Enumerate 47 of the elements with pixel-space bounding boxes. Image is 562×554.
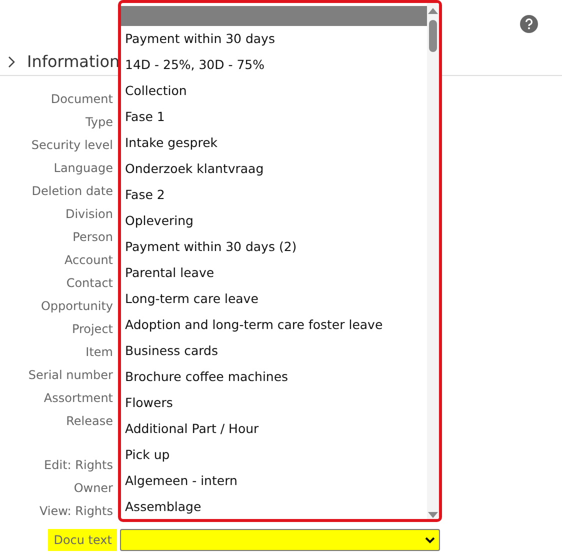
dropdown-option[interactable]: Assemblage bbox=[121, 494, 427, 519]
dropdown-option[interactable]: Oplevering bbox=[121, 208, 427, 234]
dropdown-option[interactable]: Algemeen - intern bbox=[121, 468, 427, 494]
field-label: Opportunity bbox=[40, 298, 113, 314]
dropdown-option[interactable]: Brochure coffee machines bbox=[121, 364, 427, 390]
dropdown-option[interactable]: Long-term care leave bbox=[121, 286, 427, 312]
help-icon[interactable] bbox=[520, 15, 538, 33]
dropdown-option[interactable]: Additional Part / Hour bbox=[121, 416, 427, 442]
dropdown-option[interactable]: Payment within 30 days bbox=[121, 26, 427, 52]
field-label: Language bbox=[54, 160, 113, 176]
dropdown-option[interactable]: Pick up bbox=[121, 442, 427, 468]
scrollbar-thumb[interactable] bbox=[429, 20, 437, 52]
field-label: Edit: Rights bbox=[44, 457, 113, 473]
scroll-down-icon[interactable] bbox=[428, 512, 438, 518]
field-label: Assortment bbox=[44, 390, 113, 406]
dropdown-option[interactable]: Flowers bbox=[121, 390, 427, 416]
field-label: Release bbox=[66, 413, 113, 429]
chevron-icon[interactable] bbox=[7, 56, 17, 68]
dropdown-option[interactable]: 14D - 25%, 30D - 75% bbox=[121, 52, 427, 78]
dropdown-option[interactable]: Fase 1 bbox=[121, 104, 427, 130]
dropdown-option[interactable]: Collection bbox=[121, 78, 427, 104]
section-title: Information bbox=[27, 52, 120, 71]
field-label: Project bbox=[72, 321, 113, 337]
dropdown-field[interactable] bbox=[120, 529, 440, 551]
field-label: Contact bbox=[66, 275, 113, 291]
dropdown-option[interactable]: Fase 2 bbox=[121, 182, 427, 208]
field-label: Person bbox=[72, 229, 113, 245]
field-label: Deletion date bbox=[32, 183, 113, 199]
field-label: Document bbox=[50, 91, 113, 107]
field-label: View: Rights bbox=[39, 503, 113, 519]
field-label: Serial number bbox=[28, 367, 113, 383]
dropdown-option[interactable]: Business cards bbox=[121, 338, 427, 364]
field-label: Type bbox=[85, 114, 113, 130]
field-label: Account bbox=[64, 252, 113, 268]
dropdown-option[interactable]: Adoption and long-term care foster leave bbox=[121, 312, 427, 338]
scroll-up-icon[interactable] bbox=[428, 8, 438, 14]
field-label: Docu text bbox=[48, 529, 117, 551]
dropdown-option[interactable]: Onderzoek klantvraag bbox=[121, 156, 427, 182]
field-label: Owner bbox=[74, 480, 113, 496]
chevron-down-icon bbox=[425, 536, 435, 544]
dropdown-option[interactable]: Payment within 30 days (2) bbox=[121, 234, 427, 260]
dropdown-option[interactable]: Parental leave bbox=[121, 260, 427, 286]
field-label: Item bbox=[86, 344, 113, 360]
dropdown-option[interactable]: Intake gesprek bbox=[121, 130, 427, 156]
field-label: Security level bbox=[31, 137, 113, 153]
field-label: Division bbox=[65, 206, 113, 222]
scrollbar[interactable] bbox=[427, 3, 439, 519]
